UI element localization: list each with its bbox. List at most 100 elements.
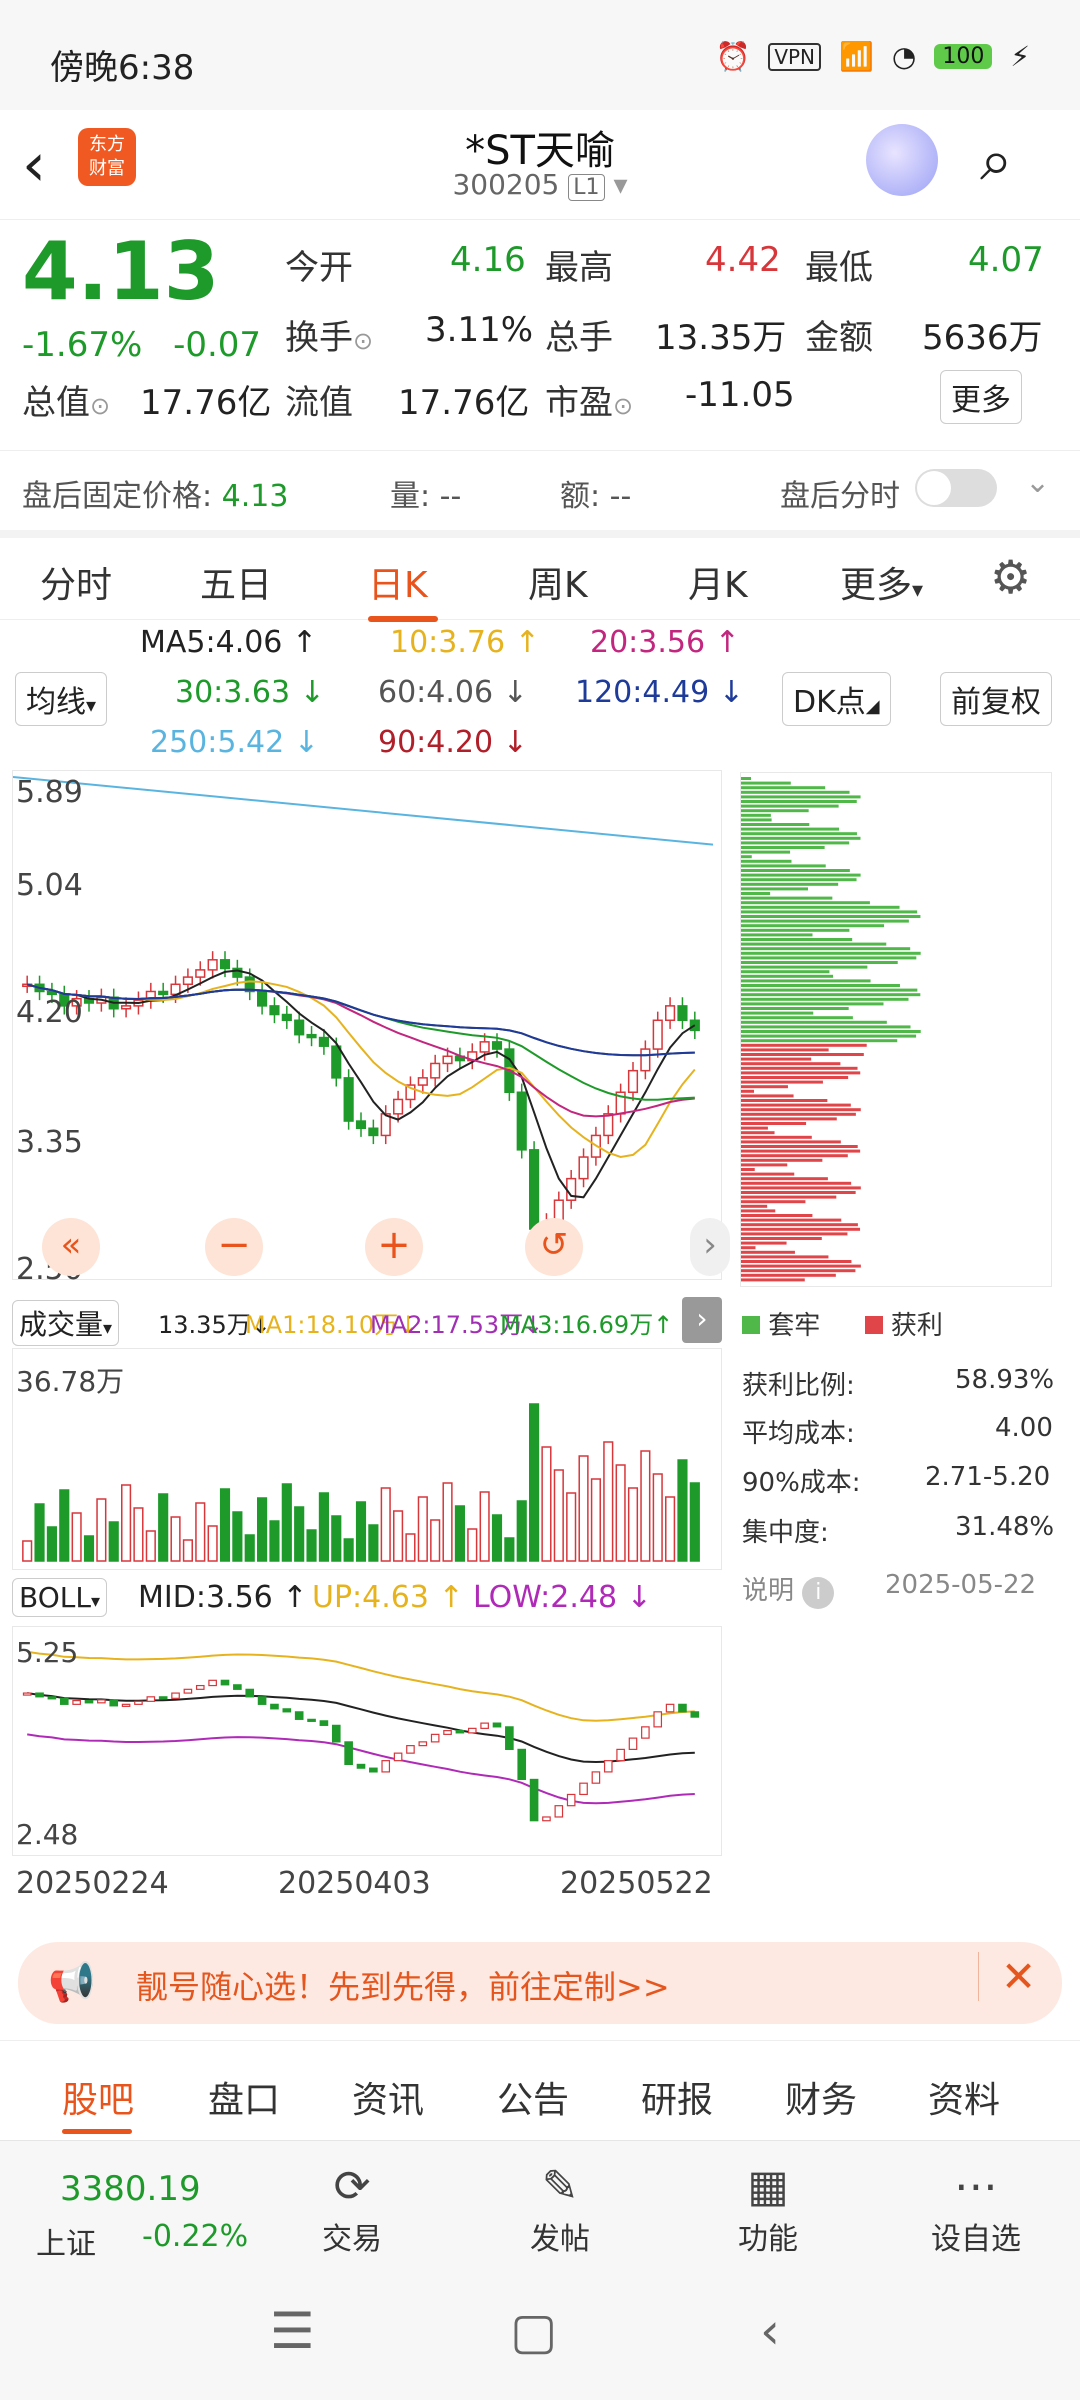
tab-guba[interactable]: 股吧 bbox=[62, 2071, 134, 2123]
tab-weekly-k[interactable]: 周K bbox=[528, 556, 588, 608]
functions-button[interactable]: ▦ 功能 bbox=[708, 2161, 828, 2258]
tab-news[interactable]: 资讯 bbox=[352, 2071, 424, 2123]
tab-monthly-k[interactable]: 月K bbox=[688, 556, 748, 608]
chip-bar-trapped bbox=[741, 993, 921, 997]
tab-intraday[interactable]: 分时 bbox=[40, 556, 112, 608]
chip-bar-profit bbox=[741, 1250, 795, 1254]
volume-bar bbox=[355, 1501, 367, 1562]
mktcap-label[interactable]: 总值⊙ bbox=[22, 375, 110, 424]
tab-financials[interactable]: 财务 bbox=[785, 2071, 857, 2123]
rewind-button[interactable]: « bbox=[42, 1218, 100, 1276]
boll-chart-frame[interactable] bbox=[12, 1626, 722, 1856]
chip-bar-profit bbox=[741, 1209, 776, 1213]
tab-daily-k[interactable]: 日K bbox=[368, 556, 428, 608]
back-nav-icon[interactable]: ‹ bbox=[760, 2302, 780, 2360]
search-icon[interactable]: ⌕ bbox=[980, 126, 1012, 195]
tab-profile[interactable]: 资料 bbox=[928, 2071, 1000, 2123]
candle-body bbox=[257, 990, 268, 1007]
tab-announcements[interactable]: 公告 bbox=[497, 2071, 569, 2123]
candle-body bbox=[417, 1077, 428, 1086]
tab-five-day[interactable]: 五日 bbox=[200, 556, 272, 608]
ma120-label: 120:4.49 ↓ bbox=[575, 675, 744, 710]
chip-bar-trapped bbox=[741, 956, 917, 960]
assistant-avatar[interactable] bbox=[866, 124, 938, 196]
boll-candle bbox=[393, 1752, 403, 1762]
chevron-down-icon[interactable]: ⌄ bbox=[1025, 465, 1050, 500]
boll-candle bbox=[628, 1737, 638, 1750]
boll-axis-bottom: 2.48 bbox=[16, 1818, 79, 1851]
candle-body bbox=[368, 1127, 379, 1137]
home-icon[interactable]: ▢ bbox=[510, 2302, 557, 2360]
post-button[interactable]: ✎ 发帖 bbox=[500, 2161, 620, 2258]
settings-gear-icon[interactable]: ⚙ bbox=[990, 550, 1031, 604]
price-axis-3: 4.20 bbox=[16, 995, 83, 1030]
volume-indicator-selector[interactable]: 成交量▾ bbox=[12, 1300, 120, 1346]
tab-research[interactable]: 研报 bbox=[641, 2071, 713, 2123]
zoom-in-button[interactable]: + bbox=[365, 1218, 423, 1276]
chip-bar-trapped bbox=[741, 781, 791, 785]
chip-bar-trapped bbox=[741, 892, 771, 895]
boll-candle bbox=[641, 1726, 650, 1739]
chip-bar-profit bbox=[741, 1053, 864, 1056]
chevron-right-icon[interactable]: › bbox=[682, 1297, 722, 1343]
chip-bar-profit bbox=[741, 1094, 794, 1098]
kline-chart-frame[interactable] bbox=[12, 770, 722, 1280]
chip-bar-trapped bbox=[741, 933, 813, 937]
rotate-button[interactable]: ↺ bbox=[525, 1218, 583, 1276]
chip-bar-profit bbox=[741, 1181, 852, 1185]
close-icon[interactable]: ✕ bbox=[978, 1952, 1036, 2001]
volume-ma3: MA3:16.69万↑ bbox=[500, 1311, 674, 1339]
boll-upper-band bbox=[27, 1650, 695, 1722]
forward-button[interactable]: › bbox=[690, 1218, 730, 1276]
index-value[interactable]: 3380.19 bbox=[60, 2169, 201, 2209]
promo-banner[interactable]: 📢 靓号随心选！先到先得，前往定制>> ✕ bbox=[18, 1942, 1062, 2024]
zoom-out-button[interactable]: − bbox=[205, 1218, 263, 1276]
active-tab-indicator bbox=[368, 616, 438, 622]
trade-button[interactable]: ⟳ 交易 bbox=[292, 2161, 412, 2258]
avg-line-selector[interactable]: 均线▾ bbox=[15, 672, 108, 726]
change-pct: -1.67% bbox=[22, 325, 143, 365]
boll-indicator-selector[interactable]: BOLL▾ bbox=[12, 1578, 108, 1617]
volume-bar bbox=[603, 1441, 614, 1562]
pe-label[interactable]: 市盈⊙ bbox=[545, 375, 633, 424]
chip-bar-trapped bbox=[741, 859, 792, 863]
boll-candle bbox=[270, 1703, 279, 1710]
chip-bar-trapped bbox=[741, 1020, 887, 1024]
adjust-price-button[interactable]: 前复权 bbox=[940, 672, 1052, 726]
chip-bar-profit bbox=[741, 1227, 861, 1231]
kline-chart[interactable] bbox=[12, 771, 723, 1281]
chip-bar-profit bbox=[741, 1062, 841, 1066]
boll-candle bbox=[690, 1711, 700, 1718]
tab-order-book[interactable]: 盘口 bbox=[208, 2071, 280, 2123]
candle-body bbox=[281, 1013, 292, 1022]
volume-bar bbox=[627, 1487, 639, 1562]
chip-bar-trapped bbox=[741, 938, 853, 941]
volume-bar bbox=[318, 1492, 329, 1562]
boll-candle bbox=[554, 1805, 564, 1818]
boll-candle bbox=[616, 1748, 625, 1762]
add-watchlist-button[interactable]: ⋯ 设自选 bbox=[916, 2161, 1036, 2258]
vpn-icon: VPN bbox=[768, 42, 822, 71]
index-change: -0.22% bbox=[142, 2219, 249, 2254]
boll-chart[interactable] bbox=[13, 1627, 723, 1857]
volume-bar bbox=[22, 1540, 33, 1562]
after-hours-toggle[interactable] bbox=[915, 469, 997, 507]
dk-point-button[interactable]: DK点◢ bbox=[782, 672, 891, 726]
boll-candle bbox=[443, 1730, 452, 1735]
chip-note[interactable]: 说明 i bbox=[742, 1570, 835, 1609]
chip-bar-trapped bbox=[741, 878, 857, 882]
tab-more[interactable]: 更多▾ bbox=[840, 556, 923, 608]
chip-bar-trapped bbox=[741, 809, 809, 813]
menu-icon[interactable]: ☰ bbox=[270, 2302, 315, 2360]
boll-candle bbox=[35, 1692, 44, 1698]
chip-bar-profit bbox=[741, 1099, 828, 1102]
pe-value: -11.05 bbox=[685, 375, 795, 415]
index-name[interactable]: 上证 bbox=[36, 2219, 96, 2263]
fullscreen-expand-icon[interactable] bbox=[876, 1085, 936, 1145]
chip-bar-trapped bbox=[741, 864, 826, 868]
boll-candle bbox=[59, 1697, 69, 1705]
turnover-label[interactable]: 换手⊙ bbox=[285, 310, 373, 359]
more-button[interactable]: 更多 bbox=[940, 370, 1022, 424]
ma60-label: 60:4.06 ↓ bbox=[378, 675, 528, 710]
boll-candle bbox=[406, 1745, 415, 1754]
